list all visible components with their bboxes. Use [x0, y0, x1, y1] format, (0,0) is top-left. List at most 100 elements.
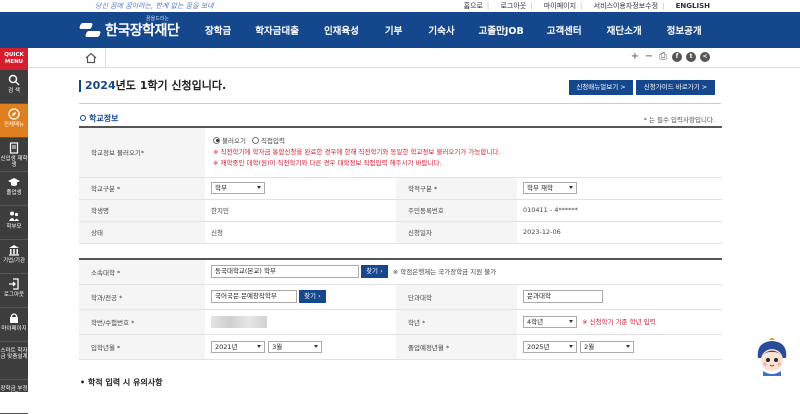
univ-note: ※ 학점은행제는 국가장학금 지원 불가 [392, 267, 497, 276]
quick-menu-title: QUICK MENU [0, 48, 28, 70]
guide-button[interactable]: 신청가이드 바로가기 > [636, 80, 715, 95]
logo-subtext: 꿈을드리는 [146, 16, 170, 22]
quick-label: 전체메뉴 [3, 122, 25, 128]
utility-bar: 당신 꿈에 꿈이라는, 한계 없는 꿈을 보내 홈으로 | 로그아웃 | 마이페이지… [0, 0, 800, 12]
major-label: 학과/전공 * [79, 284, 205, 310]
nav-scholarship[interactable]: 장학금 [205, 23, 231, 37]
nav-about[interactable]: 재단소개 [607, 23, 642, 37]
quick-label: 로그아웃 [3, 292, 25, 298]
logo-text: 한국장학재단 [105, 23, 180, 39]
mypage-link[interactable]: 마이페이지 [544, 2, 576, 10]
admit-year-select[interactable]: 2021년 [211, 340, 265, 353]
title-year: 2024 [85, 79, 116, 92]
student-id-input[interactable] [211, 315, 267, 328]
location-bar: + − ⎙ f t < [28, 48, 800, 68]
quick-fraud-report[interactable]: 장학금 부정수급 [0, 380, 28, 414]
home-link[interactable]: 홈으로 [464, 2, 483, 10]
major-search-button[interactable]: 찾기 › [299, 290, 326, 303]
main-navigation: 한국장학재단 꿈을드리는 장학금 학자금대출 인재육성 기부 기숙사 고졸만JO… [0, 12, 800, 48]
quick-label: 신입생 재학생 [0, 156, 28, 168]
quick-label: 기업/기관 [2, 258, 26, 264]
radio-direct-label: 직접입력 [261, 136, 285, 145]
parents-icon [9, 211, 19, 221]
nav-talent[interactable]: 인재육성 [324, 23, 359, 37]
college-label: 단과대학 [396, 284, 517, 310]
school-info-table: 학교정보 불러오기* 불러오기 직접입력 ※ 직전학기에 학자금 통합신청을 완… [79, 126, 723, 244]
student-id-label: 학번/수험번호 * [79, 309, 205, 335]
grad-label: 졸업예정년월 * [396, 334, 517, 360]
grad-month-select[interactable]: 2월 [580, 340, 635, 353]
load-label: 학교정보 불러오기* [79, 127, 205, 178]
circle-bullet-icon [80, 115, 86, 121]
notice-2: ※ 재학중인 대학(원)이 직전학기와 다른 경우 대학정보 직접입력 해주시기… [213, 158, 442, 167]
quick-mypage[interactable]: 마이페이지 [0, 308, 28, 342]
share-icon[interactable]: < [700, 52, 710, 62]
logout-icon [9, 278, 19, 290]
twitter-icon[interactable]: t [686, 52, 696, 62]
quick-label: 졸업생 [6, 190, 22, 196]
quick-label: 검 색 [8, 88, 20, 94]
grad-year-select[interactable]: 2025년 [523, 340, 577, 353]
quick-label: 스마트 학자금 맞춤설계 [0, 348, 28, 360]
univ-input[interactable]: 동국대학교(본교) 학부 [211, 265, 359, 279]
nav-customer-center[interactable]: 고객센터 [547, 23, 582, 37]
quick-graduate[interactable]: 졸업생 [0, 172, 28, 206]
nav-disclosure[interactable]: 정보공개 [667, 23, 702, 37]
english-link[interactable]: ENGLISH [676, 2, 710, 10]
quick-logout[interactable]: 로그아웃 [0, 274, 28, 308]
print-icon[interactable]: ⎙ [658, 52, 668, 62]
facebook-icon[interactable]: f [672, 52, 682, 62]
radio-direct[interactable] [252, 136, 259, 144]
school-type-label: 학교구분 * [79, 177, 205, 200]
grade-select[interactable]: 4학년 [523, 315, 577, 328]
admit-label: 입학년월 * [79, 334, 205, 360]
search-icon [8, 74, 20, 86]
quick-label: 학부모 [6, 224, 22, 230]
college-input[interactable]: 문과대학 [523, 290, 603, 303]
radio-load[interactable] [213, 136, 220, 144]
grade-label: 학년 * [396, 309, 517, 335]
logo[interactable]: 한국장학재단 꿈을드리는 [78, 16, 180, 42]
quick-label: 마이페이지 [1, 326, 27, 332]
quick-parents[interactable]: 학부모 [0, 206, 28, 240]
page-title: 2024년도 1학기 신청입니다. [79, 80, 226, 92]
required-note: * 는 필수 입력사항입니다. [643, 116, 715, 124]
nav-donation[interactable]: 기부 [385, 23, 402, 37]
enroll-type-select[interactable]: 학부 재학 [523, 182, 577, 194]
logout-link[interactable]: 로그아웃 [500, 2, 526, 10]
section-title: 학교정보 [80, 113, 118, 124]
mascot-chatbot-icon[interactable] [752, 338, 792, 378]
document-icon [9, 142, 19, 154]
status-value: 신청 [205, 221, 396, 244]
nav-dormitory[interactable]: 기숙사 [428, 23, 454, 37]
radio-load-label: 불러오기 [222, 136, 246, 145]
quick-company[interactable]: 기업/기관 [0, 240, 28, 274]
quick-smart-plan[interactable]: 스마트 학자금 맞춤설계 [0, 342, 28, 380]
university-table: 소속대학 * 동국대학교(본교) 학부 찾기 › ※ 학점은행제는 국가장학금 … [79, 258, 723, 360]
nav-student-loan[interactable]: 학자금대출 [255, 23, 299, 37]
manual-button[interactable]: 신청매뉴얼보기 > [569, 80, 633, 95]
compass-icon [8, 108, 20, 120]
grade-note: ※ 신청학기 기준 학년 입력 [582, 317, 656, 326]
quick-search[interactable]: 검 색 [0, 70, 28, 104]
zoom-out-icon[interactable]: − [644, 52, 654, 62]
user-info-edit-link[interactable]: 서비스이용자정보수정 [594, 2, 658, 10]
univ-search-button[interactable]: 찾기 › [361, 265, 388, 279]
quick-all-menu[interactable]: 전체메뉴 [0, 104, 28, 138]
notes-section-title: • 학적 입력 시 유의사항 [80, 378, 163, 387]
utility-links: 홈으로 | 로그아웃 | 마이페이지 | 서비스이용자정보수정 | ENGLISH [463, 2, 710, 10]
lock-icon [10, 313, 18, 323]
home-icon[interactable] [84, 51, 98, 65]
admit-month-select[interactable]: 3월 [268, 340, 323, 353]
nav-job[interactable]: 고졸만JOB [479, 23, 524, 37]
quick-label: 장학금 부정수급 [0, 386, 28, 398]
quick-student[interactable]: 신입생 재학생 [0, 138, 28, 172]
logo-mark-icon [78, 20, 102, 40]
student-name-value: 한지민 [205, 199, 396, 222]
school-type-select[interactable]: 학부 [211, 182, 265, 194]
zoom-in-icon[interactable]: + [630, 52, 640, 62]
major-input[interactable]: 국어국문.문예창작학부 [211, 290, 297, 303]
page-tools: + − ⎙ f t < [626, 52, 710, 62]
rrn-label: 주민등록번호 [396, 199, 517, 222]
graduation-cap-icon [8, 178, 20, 186]
